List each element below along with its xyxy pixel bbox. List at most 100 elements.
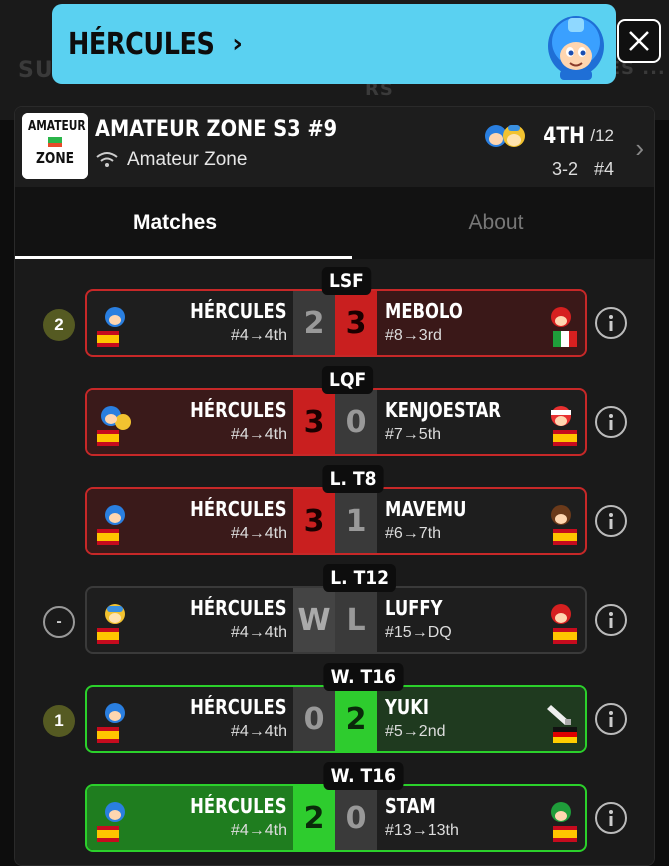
player-score: 2 [293,786,335,850]
brawler-stock-icon [551,505,577,545]
info-icon[interactable] [595,703,627,735]
player-seed: #4→4th [230,525,287,542]
megaman-stock-icon [97,802,125,842]
opponent-side: LUFFY #15→DQ [377,588,585,652]
opponent-name: MAVEMU [385,497,467,521]
player-seed: #4→4th [230,822,287,839]
player-name: HÉRCULES [190,497,287,521]
info-icon[interactable] [595,505,627,537]
logo-text-bottom: ZONE [35,149,75,167]
round-label: L. T12 [323,564,397,592]
player-seed: #4→4th [230,624,287,641]
player-name: HÉRCULES [190,695,287,719]
megaman-avatar-icon [548,16,604,80]
player-side: HÉRCULES #4→4th [87,390,293,454]
opponent-seed: #6→7th [385,525,442,542]
opponent-score: 0 [335,786,377,850]
mario-stock-icon [551,604,577,644]
match-row: L. T12 - HÉRCULES #4→4th W L LUFFY #15→D… [15,564,654,663]
opponent-side: MEBOLO #8→3rd [377,291,585,355]
opponent-seed: #5→2nd [385,723,446,740]
opponent-name: YUKI [385,695,430,719]
megaman-stock-icon [97,703,125,743]
match-card[interactable]: HÉRCULES #4→4th W L LUFFY #15→DQ [85,586,587,654]
player-score: 0 [293,687,335,751]
megaman-stock-icon [97,505,125,545]
round-label: W. T16 [323,762,404,790]
placement: 4TH /12 [482,121,614,151]
opponent-side: MAVEMU #6→7th [377,489,585,553]
placement-total: /12 [590,126,614,145]
close-button[interactable] [617,19,661,63]
opponent-seed: #15→DQ [385,624,452,641]
player-score: 3 [293,489,335,553]
opponent-side: KENJOESTAR #7→5th [377,390,585,454]
player-side: HÉRCULES #4→4th [87,687,293,751]
opponent-score: 3 [335,291,377,355]
match-card[interactable]: HÉRCULES #4→4th 2 0 STAM #13→13th [85,784,587,852]
info-icon[interactable] [595,802,627,834]
characters-icon [484,125,525,147]
player-seed: #4→4th [230,723,287,740]
info-icon[interactable] [595,406,627,438]
player-name: HÉRCULES [190,794,287,818]
match-row: L. T8 HÉRCULES #4→4th 3 1 MAVEMU #6→7th [15,465,654,564]
player-seed: #4→4th [230,426,287,443]
tab-about[interactable]: About [336,187,654,259]
round-label: LSF [321,267,372,295]
tournament-header[interactable]: AMATEUR ZONE AMATEUR ZONE S3 #9 Amateur … [15,107,654,187]
opponent-name: STAM [385,794,436,818]
player-side: HÉRCULES #4→4th [87,786,293,850]
wifi-icon [96,152,118,167]
opponent-score: 1 [335,489,377,553]
match-card[interactable]: HÉRCULES #4→4th 2 3 MEBOLO #8→3rd [85,289,587,357]
opponent-side: YUKI #5→2nd [377,687,585,751]
player-side: HÉRCULES #4→4th [87,291,293,355]
player-seed: #4→4th [230,327,287,344]
player-banner[interactable]: HÉRCULES › [52,4,616,84]
match-card[interactable]: HÉRCULES #4→4th 0 2 YUKI #5→2nd [85,685,587,753]
opponent-score: 2 [335,687,377,751]
opponent-score: 0 [335,390,377,454]
dq-badge: - [43,606,75,638]
match-card[interactable]: HÉRCULES #4→4th 3 0 KENJOESTAR #7→5th [85,388,587,456]
character-stock-icon [97,604,125,644]
opponent-score: L [335,588,377,652]
sword-stock-icon [547,705,577,743]
player-name: HÉRCULES [190,596,287,620]
upset-badge: 2 [43,309,75,341]
player-name: HÉRCULES [190,299,287,323]
chevron-right-icon: › [232,29,244,59]
player-side: HÉRCULES #4→4th [87,588,293,652]
player-side: HÉRCULES #4→4th [87,489,293,553]
player-score: W [293,588,335,652]
match-card[interactable]: HÉRCULES #4→4th 3 1 MAVEMU #6→7th [85,487,587,555]
logo-text-top: AMATEUR [27,119,86,134]
tournament-logo: AMATEUR ZONE [22,113,88,179]
opponent-name: MEBOLO [385,299,463,323]
player-name: HÉRCULES [190,398,287,422]
organizer-name: Amateur Zone [127,149,248,170]
info-icon[interactable] [595,604,627,636]
info-icon[interactable] [595,307,627,339]
upset-badge: 1 [43,705,75,737]
match-list: LSF 2 HÉRCULES #4→4th 2 3 MEBOLO #8→3rd [15,259,654,865]
mario-stock-icon [551,307,577,347]
tab-bar: Matches About [15,187,654,259]
tab-matches[interactable]: Matches [15,187,335,259]
match-row: W. T16 1 HÉRCULES #4→4th 0 2 YUKI #5→2nd [15,663,654,762]
round-label: W. T16 [323,663,404,691]
chevron-right-icon: › [635,133,644,163]
tournament-organizer-row: Amateur Zone [95,149,247,171]
luigi-stock-icon [551,802,577,842]
round-label: LQF [321,366,374,394]
win-loss-record: 3-2 [551,159,578,179]
opponent-name: LUFFY [385,596,443,620]
player-name: HÉRCULES [68,26,215,62]
background-title: SU [18,58,54,83]
megaman-stock-icon [97,307,125,347]
opponent-side: STAM #13→13th [377,786,585,850]
round-label: L. T8 [322,465,384,493]
opponent-name: KENJOESTAR [385,398,501,422]
tournament-panel: AMATEUR ZONE AMATEUR ZONE S3 #9 Amateur … [14,106,655,866]
